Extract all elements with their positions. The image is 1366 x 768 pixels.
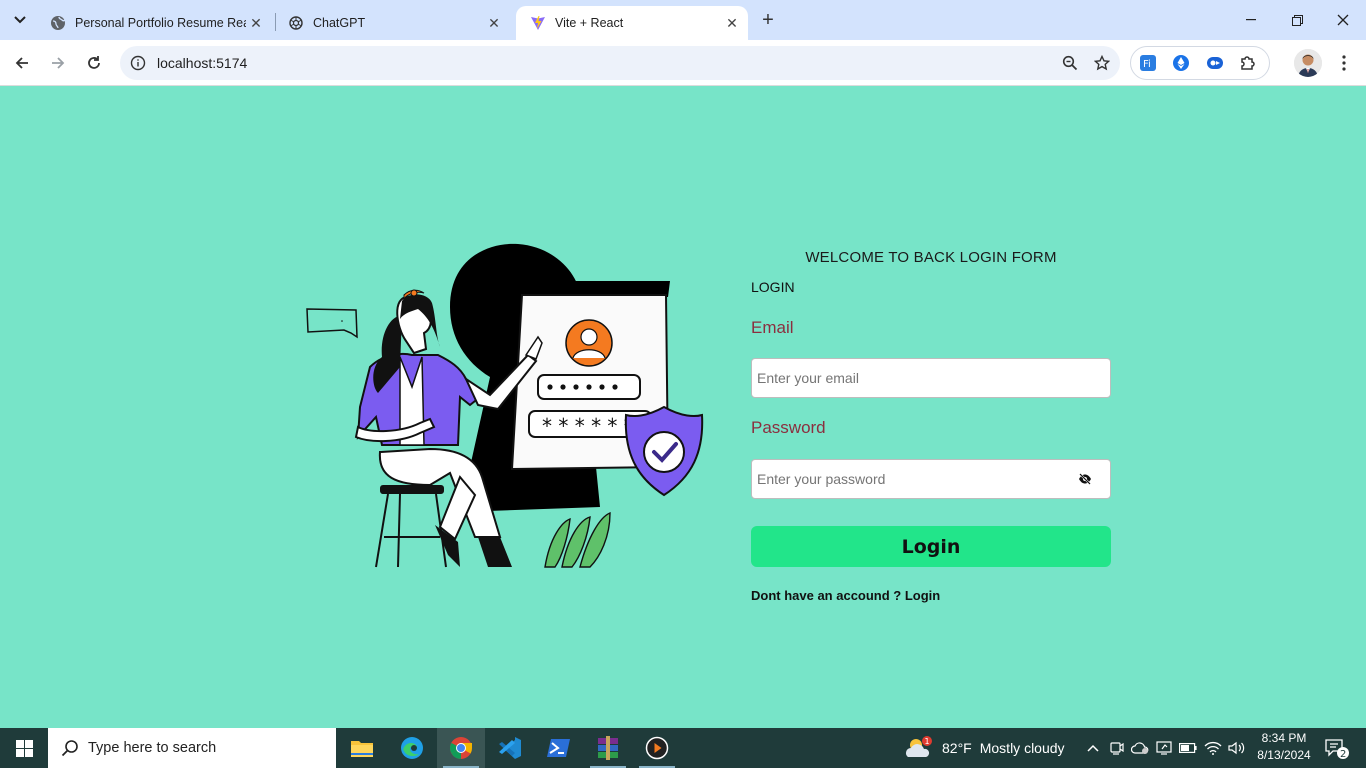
signup-link[interactable]: Dont have an accound ? Login: [751, 588, 940, 603]
weather-temperature: 82°F: [942, 740, 972, 756]
clock-time: 8:34 PM: [1261, 731, 1307, 745]
system-clock[interactable]: 8:34 PM 8/13/2024: [1254, 730, 1314, 764]
puzzle-extensions-icon[interactable]: [1236, 49, 1262, 77]
tab-title: Vite + React: [555, 16, 624, 30]
email-label: Email: [751, 318, 794, 337]
search-icon: [60, 738, 80, 758]
onedrive-cloud-icon[interactable]: [1128, 728, 1152, 768]
weather-badge: 1: [925, 737, 930, 746]
chatgpt-icon: [288, 15, 304, 31]
cloudy-weather-icon: 1: [904, 735, 934, 761]
clock-date: 8/13/2024: [1257, 748, 1311, 762]
browser-menu-icon[interactable]: [1330, 49, 1358, 77]
tab-close-icon[interactable]: ✕: [722, 13, 742, 33]
battery-icon[interactable]: [1176, 728, 1200, 768]
url-text[interactable]: localhost:5174: [157, 55, 1056, 71]
tab-title: ChatGPT: [313, 16, 366, 30]
tab-search-chevron-icon[interactable]: [6, 6, 34, 34]
taskbar: Type here to search 1 82°F Mostly cloudy: [0, 728, 1366, 768]
taskbar-search-box[interactable]: Type here to search: [48, 728, 336, 768]
edge-browser-icon[interactable]: [388, 728, 436, 768]
powershell-icon[interactable]: [535, 728, 583, 768]
login-page: * * * * * * WELCOME TO BACK LOGIN FORM L…: [0, 87, 1366, 728]
winrar-icon[interactable]: [584, 728, 632, 768]
eye-slash-icon[interactable]: [1077, 471, 1093, 487]
windows-start-icon[interactable]: [0, 728, 48, 768]
tab-chatgpt[interactable]: ChatGPT ✕: [274, 6, 510, 40]
weather-description: Mostly cloudy: [979, 740, 1065, 756]
bookmark-star-icon[interactable]: [1088, 49, 1116, 77]
font-extension-icon[interactable]: Fi: [1135, 49, 1161, 77]
password-label: Password: [751, 418, 826, 437]
restore-icon[interactable]: [1274, 0, 1320, 40]
weather-widget[interactable]: 1 82°F Mostly cloudy: [904, 728, 1065, 768]
svg-text:Fi: Fi: [1143, 59, 1151, 70]
volume-icon[interactable]: [1225, 728, 1249, 768]
browser-tab-strip: Personal Portfolio Resume Reac ✕ ChatGPT…: [0, 0, 1366, 40]
wifi-icon[interactable]: [1201, 728, 1225, 768]
login-illustration: * * * * * *: [306, 243, 704, 568]
file-explorer-icon[interactable]: [338, 728, 386, 768]
chrome-browser-icon[interactable]: [437, 728, 485, 768]
back-arrow-icon[interactable]: [8, 49, 36, 77]
tab-title: Personal Portfolio Resume Reac: [75, 16, 246, 30]
search-placeholder: Type here to search: [88, 740, 217, 756]
new-tab-plus-icon[interactable]: +: [756, 8, 780, 32]
profile-avatar[interactable]: [1294, 49, 1322, 77]
screen-recorder-extension-icon[interactable]: [1202, 49, 1228, 77]
reload-icon[interactable]: [80, 49, 108, 77]
display-settings-icon[interactable]: [1152, 728, 1176, 768]
vite-icon: [530, 15, 546, 31]
globe-icon: [50, 15, 66, 31]
address-bar[interactable]: localhost:5174: [120, 46, 1120, 80]
tab-vite-react[interactable]: Vite + React ✕: [516, 6, 748, 40]
media-player-icon[interactable]: [633, 728, 681, 768]
site-info-icon[interactable]: [128, 53, 148, 73]
browser-toolbar: localhost:5174 Fi: [0, 40, 1366, 86]
email-field[interactable]: [751, 358, 1111, 398]
close-window-icon[interactable]: [1320, 0, 1366, 40]
vscode-icon[interactable]: [486, 728, 534, 768]
extensions-area: Fi: [1130, 46, 1270, 80]
meet-now-icon[interactable]: [1105, 728, 1129, 768]
tab-close-icon[interactable]: ✕: [484, 13, 504, 33]
show-hidden-icons-icon[interactable]: [1081, 728, 1105, 768]
notification-center-icon[interactable]: 2: [1322, 736, 1352, 762]
welcome-heading: WELCOME TO BACK LOGIN FORM: [805, 249, 1057, 266]
ethereum-extension-icon[interactable]: [1169, 49, 1195, 77]
forward-arrow-icon[interactable]: [44, 49, 72, 77]
login-button[interactable]: Login: [751, 526, 1111, 567]
tab-portfolio[interactable]: Personal Portfolio Resume Reac ✕: [36, 6, 272, 40]
svg-text:* * * * * *: * * * * * *: [542, 414, 634, 438]
zoom-icon[interactable]: [1056, 49, 1084, 77]
password-field[interactable]: [751, 459, 1111, 499]
notification-count: 2: [1340, 749, 1346, 760]
minimize-icon[interactable]: [1228, 0, 1274, 40]
tab-close-icon[interactable]: ✕: [246, 13, 266, 33]
login-heading: LOGIN: [751, 279, 795, 295]
